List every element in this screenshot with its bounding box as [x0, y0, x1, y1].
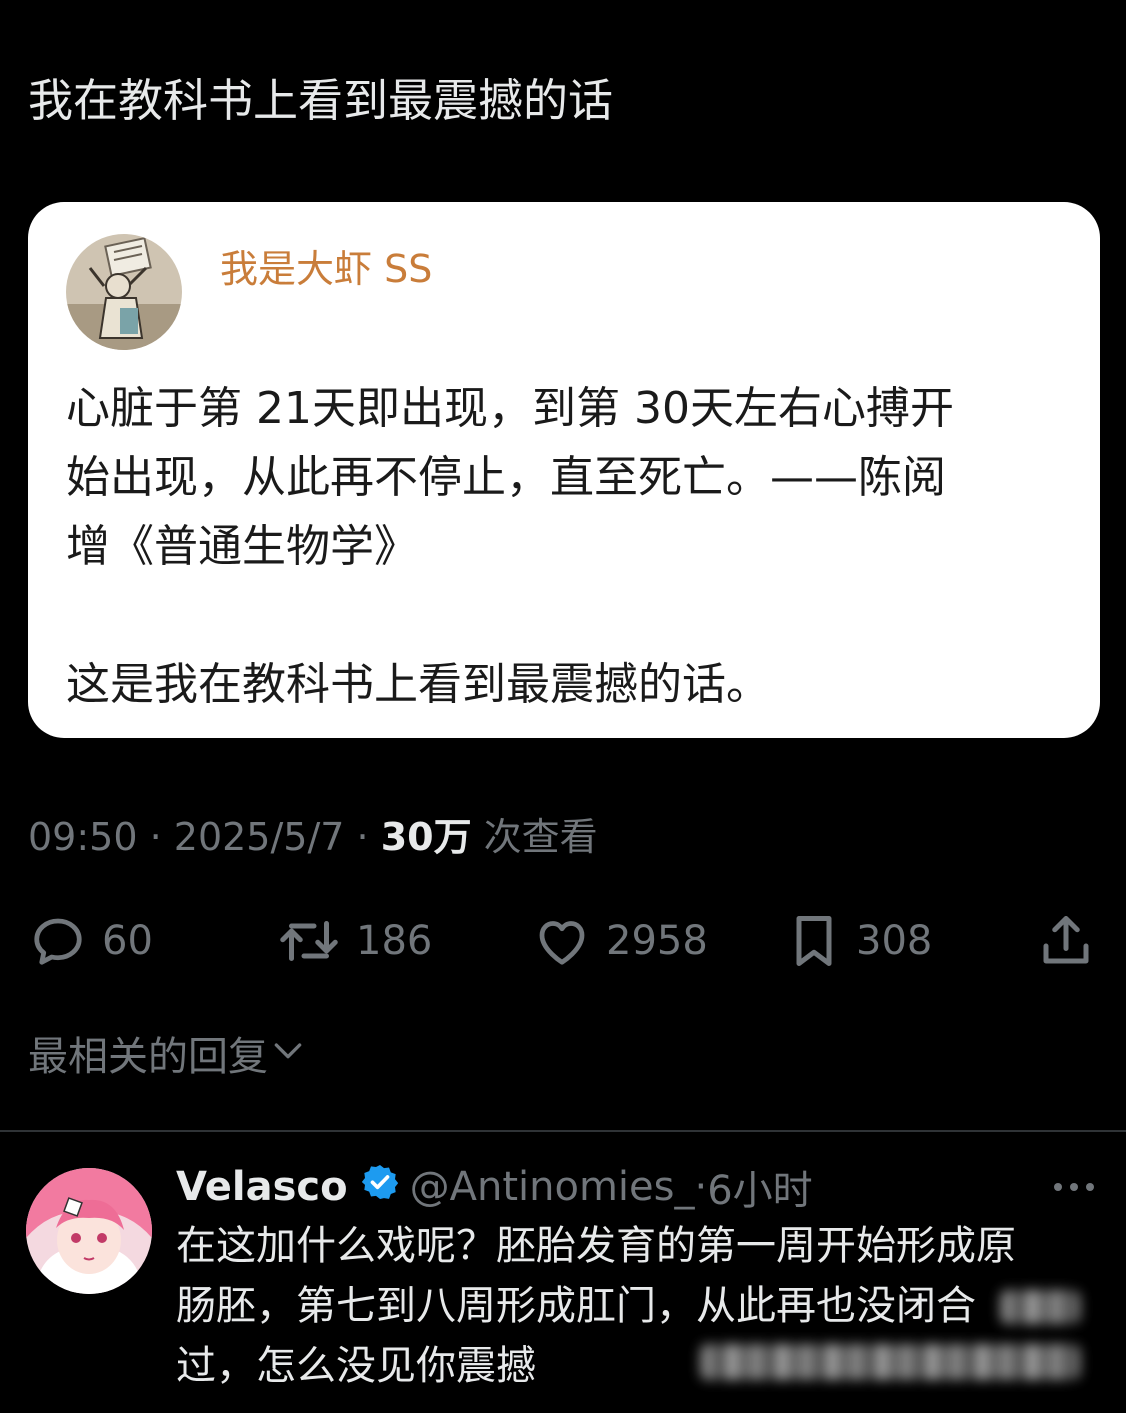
bookmark-icon	[786, 911, 842, 971]
share-button[interactable]	[1036, 906, 1096, 976]
repost-button[interactable]: 186	[276, 906, 432, 976]
share-icon	[1036, 911, 1096, 971]
like-count: 2958	[606, 918, 708, 964]
view-count[interactable]: 30万	[381, 815, 472, 859]
quote-line: 心脏于第 21天即出现，到第 30天左右心搏开	[66, 383, 954, 434]
reply-count: 60	[102, 918, 153, 964]
like-button[interactable]: 2958	[532, 906, 708, 976]
post-date: 2025/5/7	[173, 815, 345, 859]
quote-body: 心脏于第 21天即出现，到第 30天左右心搏开 始出现，从此再不停止，直至死亡。…	[66, 374, 1066, 719]
quote-author-avatar[interactable]	[66, 234, 182, 350]
verified-badge-icon	[360, 1162, 400, 1212]
repost-count: 186	[356, 918, 433, 964]
meta-separator: ·	[344, 815, 381, 859]
reply-author-name[interactable]: Velasco	[176, 1164, 348, 1210]
meta-separator: ·	[137, 815, 174, 859]
reply-sort-label: 最相关的回复	[28, 1034, 268, 1080]
redacted-overlay	[700, 1344, 1080, 1380]
chevron-down-icon	[268, 1030, 308, 1084]
quote-line: 这是我在教科书上看到最震撼的话。	[66, 659, 770, 710]
reply-line: 肠胚，第七到八周形成肛门，从此再也没闭合	[176, 1283, 976, 1329]
reply-bubble-icon	[28, 911, 88, 971]
more-options-button[interactable]	[1052, 1172, 1096, 1202]
post-meta: 09:50 · 2025/5/7 · 30万 次查看	[28, 810, 598, 864]
reply-header: Velasco @Antinomies_ · 6小时	[176, 1160, 813, 1214]
reply-sort-dropdown[interactable]: 最相关的回复	[28, 1030, 308, 1084]
reply-time: 6小时	[707, 1168, 813, 1214]
heart-icon	[532, 911, 592, 971]
view-count-label: 次查看	[471, 815, 598, 859]
bookmark-button[interactable]: 308	[786, 906, 932, 976]
quote-line: 增《普通生物学》	[66, 521, 418, 572]
reply-author-handle[interactable]: @Antinomies_	[410, 1164, 695, 1210]
action-bar: 60 186 2958 308	[0, 906, 1126, 976]
quote-author-name[interactable]: 我是大虾 SS	[220, 244, 432, 294]
reply-button[interactable]: 60	[28, 906, 153, 976]
redacted-overlay	[1000, 1290, 1080, 1324]
post-text: 我在教科书上看到最震撼的话	[28, 74, 614, 127]
reply-line: 在这加什么戏呢？胚胎发育的第一周开始形成原	[176, 1223, 1016, 1269]
bookmark-count: 308	[856, 918, 933, 964]
quote-line: 始出现，从此再不停止，直至死亡。——陈阅	[66, 452, 946, 503]
meta-separator: ·	[694, 1164, 708, 1210]
repost-icon	[276, 911, 342, 971]
quoted-post-card[interactable]: 我是大虾 SS 心脏于第 21天即出现，到第 30天左右心搏开 始出现，从此再不…	[28, 202, 1100, 738]
divider	[0, 1130, 1126, 1132]
post-time: 09:50	[28, 815, 138, 859]
avatar[interactable]	[26, 1168, 152, 1294]
more-dots-icon	[1052, 1183, 1096, 1206]
